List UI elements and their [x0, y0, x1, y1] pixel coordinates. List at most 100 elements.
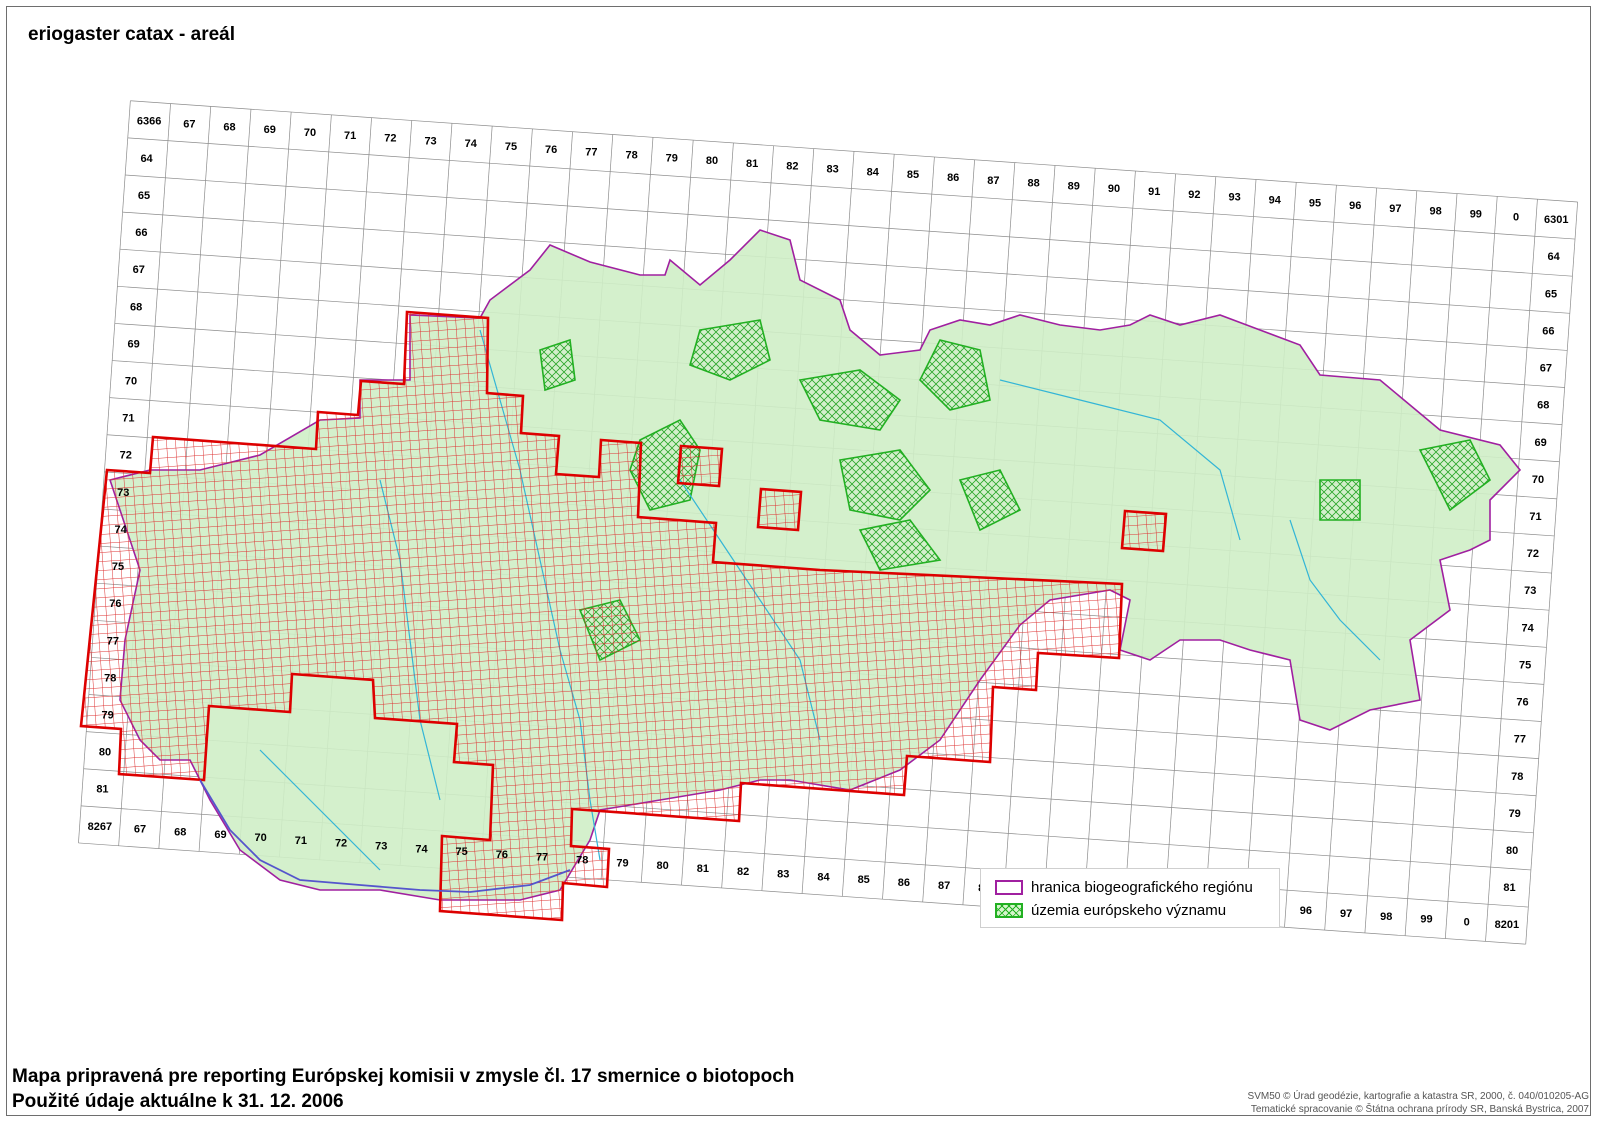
legend: hranica biogeografického regiónu územia … — [980, 868, 1280, 928]
footer-line-2: Použité údaje aktuálne k 31. 12. 2006 — [12, 1091, 344, 1112]
grid-top-label: 68 — [223, 121, 235, 133]
grid-right-label: 65 — [1545, 288, 1557, 300]
grid-right-label: 67 — [1540, 363, 1552, 375]
grid-bottom-label: 69 — [214, 829, 226, 841]
grid-bottom-label: 67 — [134, 824, 146, 836]
grid-right-label: 66 — [1542, 325, 1554, 337]
footer-caption: Mapa pripravená pre reporting Európskej … — [12, 1064, 794, 1114]
grid-left-label: 79 — [102, 709, 114, 721]
grid-row-line — [127, 137, 1576, 240]
grid-top-label: 89 — [1068, 180, 1080, 192]
grid-top-label: 95 — [1309, 197, 1321, 209]
grid-bottom-label: 70 — [255, 832, 267, 844]
grid-left-label: 80 — [99, 747, 111, 759]
grid-bottom-label: 99 — [1420, 914, 1432, 926]
grid-bottom-label: 86 — [898, 877, 910, 889]
grid-top-label: 73 — [424, 135, 436, 147]
grid-left-label: 81 — [96, 784, 108, 796]
grid-top-label: 71 — [344, 130, 356, 142]
grid-bottom-label: 68 — [174, 826, 186, 838]
grid-left-label: 74 — [114, 524, 127, 536]
grid-bottom-label: 72 — [335, 838, 347, 850]
grid-top-label: 67 — [183, 119, 195, 131]
grid-left-label: 76 — [109, 598, 121, 610]
grid-right-label: 70 — [1532, 474, 1544, 486]
grid-bottom-label: 83 — [777, 869, 789, 881]
grid-left-label: 70 — [125, 376, 137, 388]
grid-corner-top-right: 6301 — [1544, 214, 1568, 226]
grid-corner-top-left: 6366 — [137, 116, 161, 128]
credit-line-2: Tematické spracovanie © Štátna ochrana p… — [1250, 1104, 1589, 1115]
grid-top-label: 85 — [907, 169, 919, 181]
grid-bottom-label: 0 — [1464, 916, 1470, 928]
grid-right-label: 64 — [1548, 251, 1561, 263]
grid-left-label: 75 — [112, 561, 124, 573]
map-canvas: 6366 67 68 69 70 71 72 73 74 75 76 77 78 79 80 81 82 83 84… — [78, 100, 1578, 945]
grid-right-label: 75 — [1519, 659, 1531, 671]
grid-top-label: 90 — [1108, 183, 1120, 195]
grid-right-label: 81 — [1503, 882, 1515, 894]
grid-bottom-label: 78 — [576, 855, 588, 867]
grid-bottom-label: 77 — [536, 852, 548, 864]
footer-credits: SVM50 © Úrad geodézie, kartografie a kat… — [1248, 1090, 1589, 1116]
grid-right-label: 68 — [1537, 400, 1549, 412]
grid-top-label: 92 — [1188, 189, 1200, 201]
grid-top-label: 0 — [1513, 211, 1519, 223]
grid-top-label: 88 — [1027, 178, 1039, 190]
grid-top-label: 97 — [1389, 203, 1401, 215]
grid-bottom-label: 85 — [858, 874, 870, 886]
grid-right-label: 69 — [1535, 437, 1547, 449]
grid-top-label: 96 — [1349, 200, 1361, 212]
grid-top-label: 84 — [867, 166, 880, 178]
sites-swatch-icon — [995, 902, 1023, 918]
grid-top-label: 87 — [987, 175, 999, 187]
grid-left-label: 64 — [140, 153, 153, 165]
grid-left-label: 68 — [130, 301, 142, 313]
grid-right-label: 77 — [1514, 734, 1526, 746]
legend-boundary-label: hranica biogeografického regiónu — [1031, 878, 1253, 896]
grid-top-label: 86 — [947, 172, 959, 184]
grid-top-label: 81 — [746, 158, 758, 170]
grid-top-label: 76 — [545, 144, 557, 156]
credit-line-1: SVM50 © Úrad geodézie, kartografie a kat… — [1247, 1091, 1589, 1102]
grid-bottom-label: 75 — [456, 846, 468, 858]
grid-top-label: 77 — [585, 147, 597, 159]
grid-bottom-label: 79 — [616, 857, 628, 869]
grid-left-label: 66 — [135, 227, 147, 239]
legend-item-boundary: hranica biogeografického regiónu — [995, 877, 1253, 897]
grid-top-label: 83 — [826, 164, 838, 176]
grid-top-label: 98 — [1429, 206, 1441, 218]
grid-top-label: 91 — [1148, 186, 1160, 198]
grid-bottom-label: 82 — [737, 866, 749, 878]
grid-bottom-label: 87 — [938, 880, 950, 892]
grid-bottom-label: 80 — [657, 860, 669, 872]
grid-right-label: 80 — [1506, 845, 1518, 857]
grid-bottom-label: 97 — [1340, 908, 1352, 920]
grid-top-label: 72 — [384, 133, 396, 145]
grid-right-label: 78 — [1511, 771, 1523, 783]
grid-left-label: 71 — [122, 413, 134, 425]
legend-item-sites: územia európskeho významu — [995, 900, 1226, 920]
grid-top-label: 80 — [706, 155, 718, 167]
footer-line-1: Mapa pripravená pre reporting Európskej … — [12, 1066, 795, 1087]
grid-top-label: 93 — [1228, 192, 1240, 204]
grid-right-label: 73 — [1524, 585, 1536, 597]
grid-right-label: 79 — [1509, 808, 1521, 820]
grid-left-label: 69 — [127, 338, 139, 350]
grid-bottom-label: 74 — [415, 843, 428, 855]
grid-left-label: 78 — [104, 672, 116, 684]
grid-right-label: 76 — [1516, 697, 1528, 709]
grid-right-label: 72 — [1527, 548, 1539, 560]
grid-right-label: 74 — [1522, 622, 1535, 634]
grid-top-label: 99 — [1470, 209, 1482, 221]
grid-top-label: 82 — [786, 161, 798, 173]
grid-top-label: 75 — [505, 141, 517, 153]
grid-bottom-label: 84 — [817, 871, 830, 883]
grid-bottom-label: 98 — [1380, 911, 1392, 923]
grid-right-label: 71 — [1529, 511, 1541, 523]
grid-left-label: 77 — [107, 635, 119, 647]
grid-top-label: 78 — [625, 149, 637, 161]
grid-bottom-label: 71 — [295, 835, 307, 847]
boundary-swatch-icon — [995, 879, 1023, 895]
grid-corner-bottom-right: 8201 — [1495, 919, 1519, 931]
